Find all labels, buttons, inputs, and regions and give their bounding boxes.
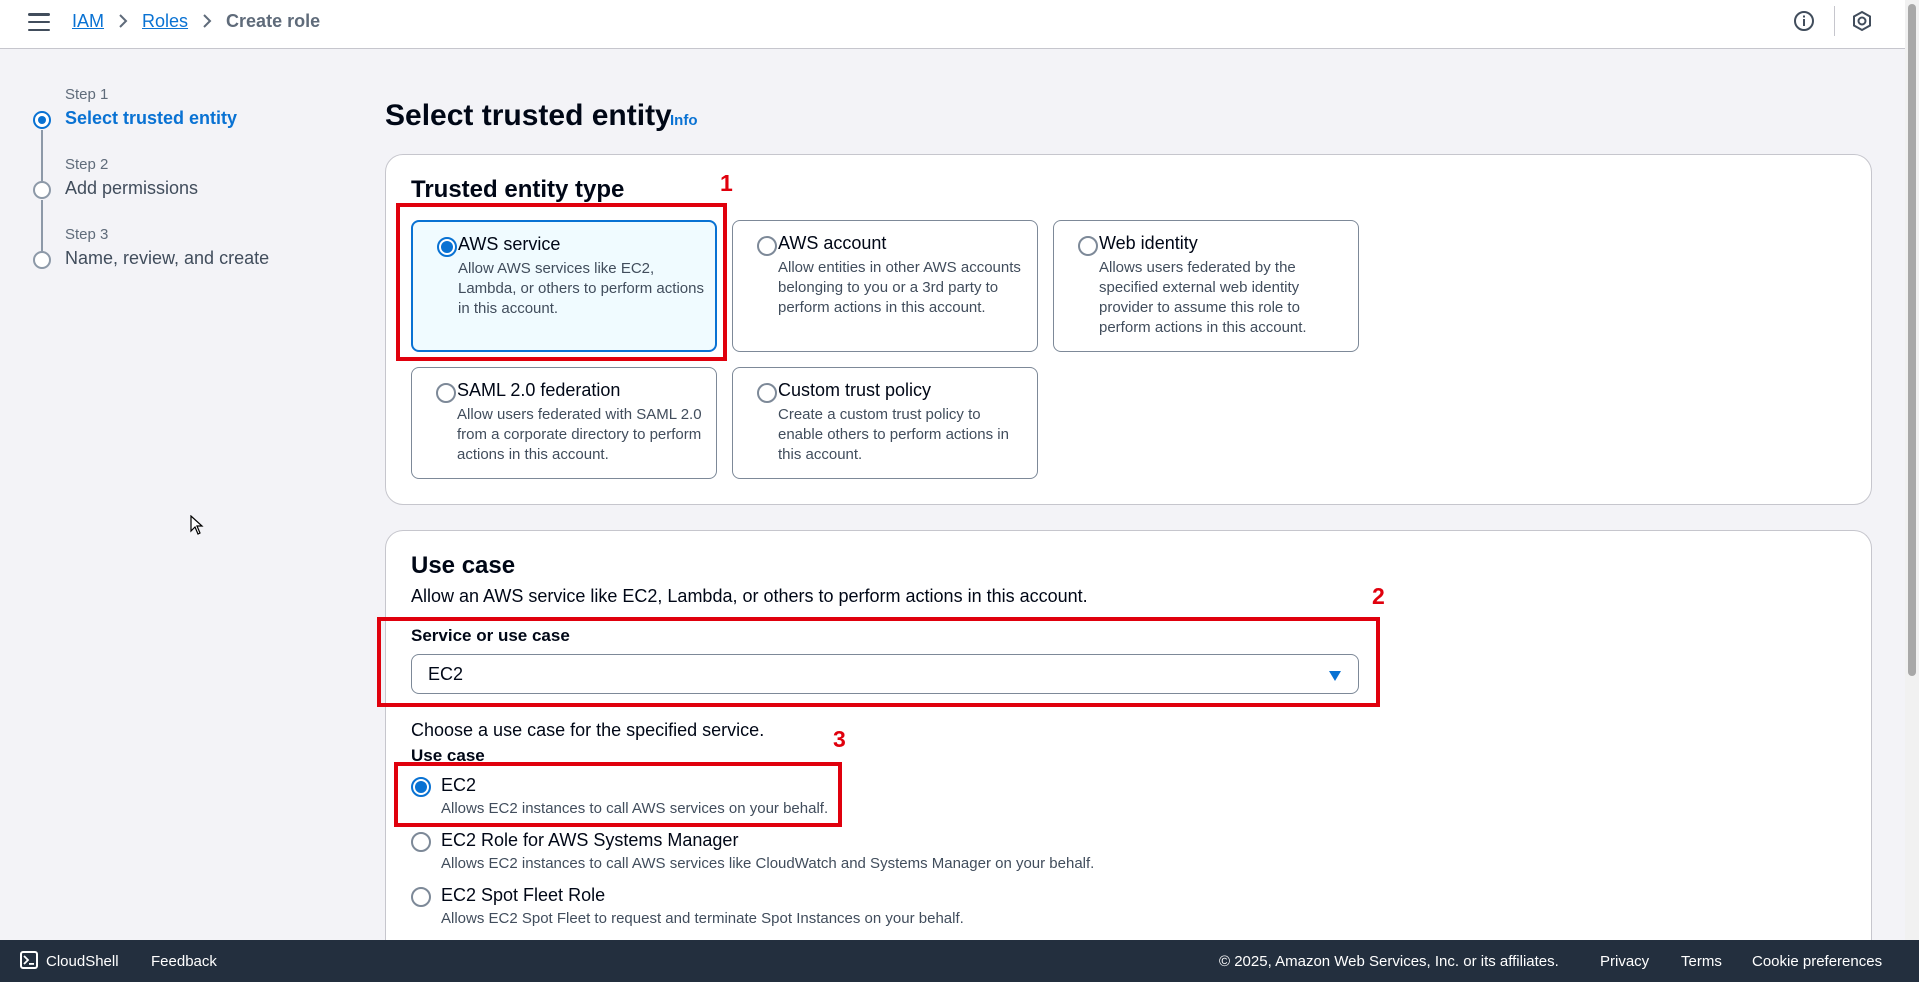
cookie-preferences-link[interactable]: Cookie preferences: [1752, 953, 1882, 970]
step-label: Step 1: [65, 86, 109, 103]
service-select[interactable]: EC2: [411, 654, 1359, 694]
step-2: Step 2 Add permissions: [30, 156, 330, 251]
radio-unchecked-icon[interactable]: [757, 383, 777, 403]
tile-custom-trust-policy[interactable]: Custom trust policy Create a custom trus…: [732, 367, 1038, 479]
tile-title: AWS service: [458, 234, 561, 254]
use-case-option-ec2-spot-fleet[interactable]: EC2 Spot Fleet Role Allows EC2 Spot Flee…: [411, 885, 1211, 937]
radio-unchecked-icon[interactable]: [757, 236, 777, 256]
info-link[interactable]: Info: [670, 112, 698, 129]
radio-unchecked-icon[interactable]: [411, 832, 431, 852]
service-select-value: EC2: [428, 664, 464, 684]
tile-saml-federation[interactable]: SAML 2.0 federation Allow users federate…: [411, 367, 717, 479]
radio-checked-icon[interactable]: [411, 777, 431, 797]
use-case-title: EC2 Spot Fleet Role: [441, 885, 606, 905]
tile-aws-account[interactable]: AWS account Allow entities in other AWS …: [732, 220, 1038, 352]
annotation-number-2: 2: [1372, 583, 1385, 609]
breadcrumb-current: Create role: [226, 10, 321, 31]
use-case-heading: Use case: [411, 552, 516, 579]
radio-unchecked-icon[interactable]: [1078, 236, 1098, 256]
tile-title: Custom trust policy: [778, 380, 932, 400]
caret-down-icon: [1328, 669, 1342, 687]
step-title: Add permissions: [65, 178, 199, 198]
step-active-icon: [33, 111, 51, 129]
wizard-steps: Step 1 Select trusted entity Step 2 Add …: [30, 86, 330, 296]
console-footer: CloudShell Feedback © 2025, Amazon Web S…: [0, 940, 1919, 982]
service-field-label: Service or use case: [411, 626, 570, 645]
step-label: Step 3: [65, 226, 109, 243]
copyright-text: © 2025, Amazon Web Services, Inc. or its…: [1219, 953, 1559, 970]
tile-description: Allow AWS services like EC2, Lambda, or …: [458, 260, 704, 317]
mouse-pointer-icon: [190, 514, 204, 540]
step-1[interactable]: Step 1 Select trusted entity: [30, 86, 330, 181]
step-pending-icon: [33, 181, 51, 199]
use-case-option-ec2[interactable]: EC2 Allows EC2 instances to call AWS ser…: [411, 775, 1211, 827]
trusted-entity-heading: Trusted entity type: [411, 176, 625, 203]
tile-description: Allow entities in other AWS accounts bel…: [778, 259, 1021, 316]
radio-checked-icon[interactable]: [437, 237, 457, 257]
radio-unchecked-icon[interactable]: [436, 383, 456, 403]
tile-title: SAML 2.0 federation: [457, 380, 621, 400]
breadcrumb: IAM Roles Create role: [72, 10, 320, 32]
divider: [1834, 6, 1835, 36]
use-case-description: Allows EC2 Spot Fleet to request and ter…: [441, 910, 964, 927]
privacy-link[interactable]: Privacy: [1600, 953, 1649, 970]
annotation-number-1: 1: [720, 170, 733, 196]
breadcrumb-iam-link[interactable]: IAM: [72, 11, 104, 32]
tile-description: Allows users federated by the specified …: [1099, 259, 1307, 336]
tile-title: AWS account: [778, 233, 887, 253]
use-case-description: Allow an AWS service like EC2, Lambda, o…: [411, 586, 1088, 606]
use-case-title: EC2: [441, 775, 477, 795]
annotation-number-3: 3: [833, 726, 846, 752]
settings-hexagon-icon[interactable]: [1851, 10, 1873, 32]
terms-link[interactable]: Terms: [1681, 953, 1722, 970]
tile-aws-service[interactable]: AWS service Allow AWS services like EC2,…: [411, 220, 717, 352]
menu-hamburger-icon[interactable]: [28, 13, 50, 31]
cloudshell-icon[interactable]: [20, 951, 38, 969]
top-navigation-bar: IAM Roles Create role: [0, 0, 1905, 49]
tile-description: Create a custom trust policy to enable o…: [778, 406, 1009, 463]
step-title: Name, review, and create: [65, 248, 270, 268]
chevron-right-icon: [202, 13, 212, 29]
page-title: Select trusted entity: [385, 99, 672, 132]
tile-description: Allow users federated with SAML 2.0 from…: [457, 406, 702, 463]
page-scrollbar[interactable]: [1905, 0, 1919, 940]
use-case-field-label: Use case: [411, 746, 485, 765]
step-title[interactable]: Select trusted entity: [65, 108, 237, 129]
use-case-title: EC2 Role for AWS Systems Manager: [441, 830, 739, 850]
tile-title: Web identity: [1099, 233, 1198, 253]
step-pending-icon: [33, 251, 51, 269]
step-3: Step 3 Name, review, and create: [30, 226, 330, 296]
breadcrumb-roles-link[interactable]: Roles: [142, 11, 188, 32]
tile-web-identity[interactable]: Web identity Allows users federated by t…: [1053, 220, 1359, 352]
scrollbar-thumb[interactable]: [1908, 4, 1916, 676]
info-circle-icon[interactable]: [1793, 10, 1815, 32]
use-case-description: Allows EC2 instances to call AWS service…: [441, 855, 1095, 872]
use-case-description: Allows EC2 instances to call AWS service…: [441, 800, 829, 817]
choose-use-case-text: Choose a use case for the specified serv…: [411, 720, 765, 740]
cloudshell-button[interactable]: CloudShell: [46, 953, 119, 970]
radio-unchecked-icon[interactable]: [411, 887, 431, 907]
feedback-button[interactable]: Feedback: [151, 953, 217, 970]
step-label: Step 2: [65, 156, 109, 173]
use-case-option-ec2-ssm[interactable]: EC2 Role for AWS Systems Manager Allows …: [411, 830, 1211, 882]
chevron-right-icon: [118, 13, 128, 29]
